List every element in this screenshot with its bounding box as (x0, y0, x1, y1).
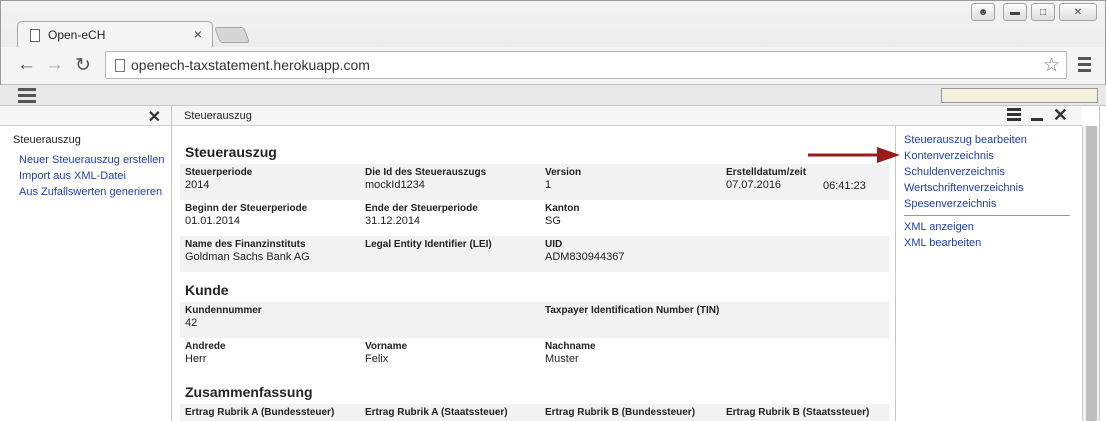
annotation-arrow (808, 147, 900, 163)
arrow-head (877, 147, 900, 163)
